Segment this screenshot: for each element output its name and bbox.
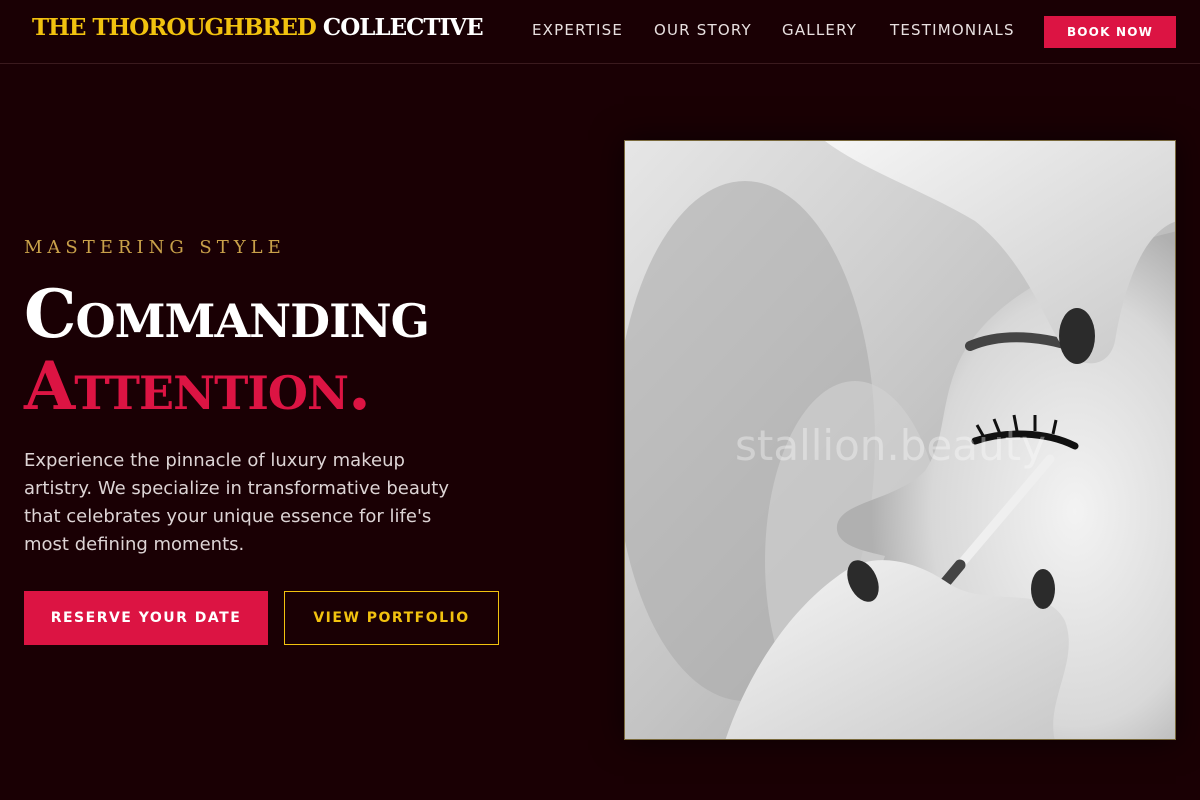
nav-item-testimonials[interactable]: TESTIMONIALS — [890, 21, 1015, 39]
hero-image: stallion.beauty — [624, 140, 1176, 740]
view-portfolio-button[interactable]: VIEW PORTFOLIO — [284, 591, 499, 645]
hero-headline-line1: Commanding — [24, 275, 430, 353]
nav-item-our-story[interactable]: OUR STORY — [654, 21, 752, 39]
hero-headline: Commanding Attention. — [24, 275, 430, 425]
brand-logo[interactable]: THE THOROUGHBRED COLLECTIVE — [32, 14, 484, 41]
nav-item-expertise[interactable]: EXPERTISE — [532, 21, 623, 39]
landing-page: THE THOROUGHBRED COLLECTIVE EXPERTISE OU… — [0, 0, 1200, 800]
image-watermark: stallion.beauty — [735, 421, 1046, 470]
brand-name-part2: COLLECTIVE — [322, 14, 484, 41]
brand-name-part1: THE THOROUGHBRED — [32, 14, 317, 41]
hero-eyebrow: MASTERING STYLE — [24, 237, 286, 258]
nav-item-gallery[interactable]: GALLERY — [782, 21, 857, 39]
hero-description: Experience the pinnacle of luxury makeup… — [24, 450, 450, 555]
reserve-date-button[interactable]: RESERVE YOUR DATE — [24, 591, 268, 645]
hero-headline-line2: Attention. — [24, 347, 371, 425]
top-navigation: THE THOROUGHBRED COLLECTIVE EXPERTISE OU… — [0, 0, 1200, 64]
book-now-button[interactable]: BOOK NOW — [1044, 16, 1176, 48]
